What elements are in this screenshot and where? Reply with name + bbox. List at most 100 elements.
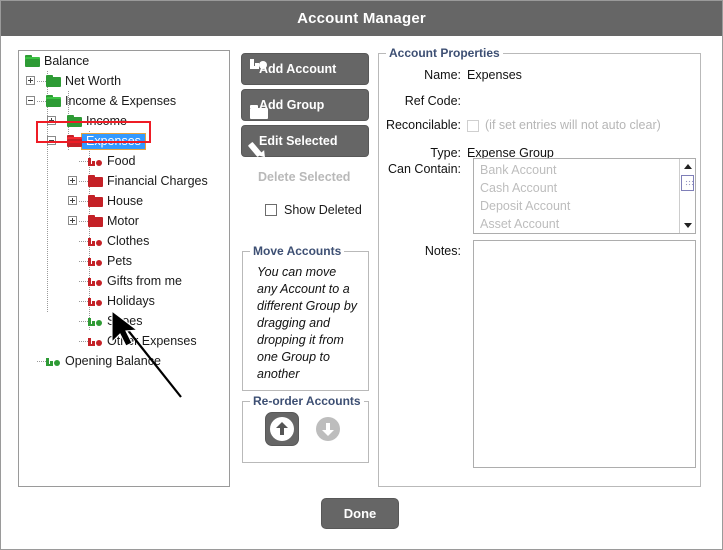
tree-node-net-worth[interactable]: Net Worth bbox=[19, 71, 229, 91]
tree-node-pets[interactable]: Pets bbox=[19, 251, 229, 271]
expand-icon[interactable] bbox=[68, 196, 77, 205]
done-button[interactable]: Done bbox=[321, 498, 399, 529]
tree-node-label: Holidays bbox=[107, 294, 155, 308]
action-button-column: Add Account Add Group Edit Selected Dele… bbox=[241, 53, 371, 217]
scroll-down-icon[interactable] bbox=[680, 218, 695, 233]
account-icon bbox=[88, 275, 103, 287]
type-label: Type: bbox=[430, 146, 461, 160]
reconcilable-row: Reconcilable: (if set entries will not a… bbox=[379, 118, 661, 132]
notes-textarea[interactable] bbox=[473, 240, 696, 468]
cancontain-item[interactable]: Deposit Account bbox=[480, 197, 679, 215]
tree-node-label: Financial Charges bbox=[107, 174, 208, 188]
collapse-icon[interactable] bbox=[26, 96, 35, 105]
account-properties-legend: Account Properties bbox=[386, 46, 503, 60]
reconcilable-label: Reconcilable: bbox=[385, 118, 461, 132]
folder-open-icon bbox=[25, 55, 40, 67]
tree-node-opening-balance[interactable]: Opening Balance bbox=[19, 351, 229, 371]
account-icon bbox=[88, 235, 103, 247]
move-accounts-group: Move Accounts You can move any Account t… bbox=[242, 244, 369, 391]
window-title: Account Manager bbox=[297, 10, 426, 27]
collapse-icon[interactable] bbox=[47, 136, 56, 145]
cancontain-listbox[interactable]: Bank Account Cash Account Deposit Account A… bbox=[473, 158, 696, 234]
account-icon bbox=[88, 335, 103, 347]
account-tree[interactable]: Balance Net Worth Income & Expenses Income E… bbox=[18, 50, 230, 487]
cancontain-item[interactable]: Cash Account bbox=[480, 179, 679, 197]
move-up-button[interactable] bbox=[265, 412, 299, 446]
show-deleted-checkbox[interactable] bbox=[265, 204, 277, 216]
tree-node-clothes[interactable]: Clothes bbox=[19, 231, 229, 251]
refcode-row: Ref Code: bbox=[379, 94, 467, 108]
reconcilable-checkbox bbox=[467, 120, 479, 132]
show-deleted-checkbox-row[interactable]: Show Deleted bbox=[265, 203, 371, 217]
show-deleted-label: Show Deleted bbox=[284, 203, 362, 217]
cancontain-scrollbar[interactable] bbox=[679, 159, 695, 233]
tree-node-label: Other Expenses bbox=[107, 334, 197, 348]
delete-selected-button: Delete Selected bbox=[241, 161, 369, 193]
scrollbar-thumb[interactable] bbox=[681, 175, 694, 191]
account-icon bbox=[46, 355, 61, 367]
expand-icon[interactable] bbox=[68, 176, 77, 185]
tree-node-label: Balance bbox=[44, 54, 90, 68]
tree-node-expenses[interactable]: Expenses bbox=[19, 131, 229, 151]
reorder-accounts-legend: Re-order Accounts bbox=[250, 394, 364, 408]
add-account-button[interactable]: Add Account bbox=[241, 53, 369, 85]
tree-node-holidays[interactable]: Holidays bbox=[19, 291, 229, 311]
scroll-up-icon[interactable] bbox=[680, 159, 695, 174]
add-group-button[interactable]: Add Group bbox=[241, 89, 369, 121]
folder-open-icon bbox=[67, 135, 82, 147]
scrollbar-track[interactable] bbox=[680, 174, 695, 218]
tree-node-balance[interactable]: Balance bbox=[19, 51, 229, 71]
expand-icon[interactable] bbox=[26, 76, 35, 85]
cancontain-item[interactable]: Bank Account bbox=[480, 161, 679, 179]
tree-node-gifts-from-me[interactable]: Gifts from me bbox=[19, 271, 229, 291]
tree-node-label: Shoes bbox=[107, 314, 143, 328]
tree-node-label: Income & Expenses bbox=[65, 94, 177, 108]
folder-icon bbox=[88, 175, 103, 187]
cancontain-label: Can Contain: bbox=[388, 162, 461, 176]
account-icon bbox=[88, 295, 103, 307]
notes-label: Notes: bbox=[424, 244, 461, 258]
tree-node-financial-charges[interactable]: Financial Charges bbox=[19, 171, 229, 191]
expand-icon[interactable] bbox=[68, 216, 77, 225]
tree-node-house[interactable]: House bbox=[19, 191, 229, 211]
tree-node-motor[interactable]: Motor bbox=[19, 211, 229, 231]
arrow-up-icon bbox=[270, 417, 294, 441]
tree-node-shoes[interactable]: Shoes bbox=[19, 311, 229, 331]
tree-node-label: Expenses bbox=[81, 132, 146, 150]
tree-node-income-expenses[interactable]: Income & Expenses bbox=[19, 91, 229, 111]
cancontain-item[interactable]: Asset Account bbox=[480, 215, 679, 233]
folder-icon bbox=[88, 195, 103, 207]
edit-selected-button[interactable]: Edit Selected bbox=[241, 125, 369, 160]
tree-node-label: Gifts from me bbox=[107, 274, 183, 288]
expand-icon[interactable] bbox=[47, 116, 56, 125]
move-down-button[interactable] bbox=[311, 412, 345, 446]
folder-icon bbox=[67, 115, 82, 127]
tree-node-income[interactable]: Income bbox=[19, 111, 229, 131]
tree-node-food[interactable]: Food bbox=[19, 151, 229, 171]
account-manager-window: Account Manager Balance Net Worth Income &… bbox=[0, 0, 723, 550]
folder-icon bbox=[88, 215, 103, 227]
tree-node-label: Motor bbox=[107, 214, 139, 228]
reorder-accounts-group: Re-order Accounts bbox=[242, 394, 369, 463]
name-value: Expenses bbox=[467, 68, 522, 82]
move-accounts-text: You can move any Account to a different … bbox=[257, 265, 358, 381]
tree-node-label: Pets bbox=[107, 254, 133, 268]
account-properties-group: Account Properties Name: Expenses Ref Co… bbox=[378, 46, 701, 487]
edit-selected-label: Edit Selected bbox=[259, 134, 338, 148]
done-label: Done bbox=[343, 506, 377, 521]
reconcilable-hint: (if set entries will not auto clear) bbox=[485, 118, 661, 132]
name-row: Name: Expenses bbox=[379, 68, 522, 82]
delete-selected-label: Delete Selected bbox=[258, 170, 351, 184]
tree-node-label: Opening Balance bbox=[65, 354, 161, 368]
tree-node-label: Net Worth bbox=[65, 74, 122, 88]
tree-node-label: Income bbox=[86, 114, 127, 128]
tree-node-label: Clothes bbox=[107, 234, 150, 248]
add-group-label: Add Group bbox=[259, 98, 325, 112]
add-account-label: Add Account bbox=[259, 62, 337, 76]
refcode-label: Ref Code: bbox=[404, 94, 461, 108]
arrow-down-icon bbox=[316, 417, 340, 441]
tree-node-other-expenses[interactable]: Other Expenses bbox=[19, 331, 229, 351]
cancontain-label-row: Can Contain: bbox=[379, 162, 467, 176]
tree-node-label: House bbox=[107, 194, 144, 208]
account-icon bbox=[88, 155, 103, 167]
